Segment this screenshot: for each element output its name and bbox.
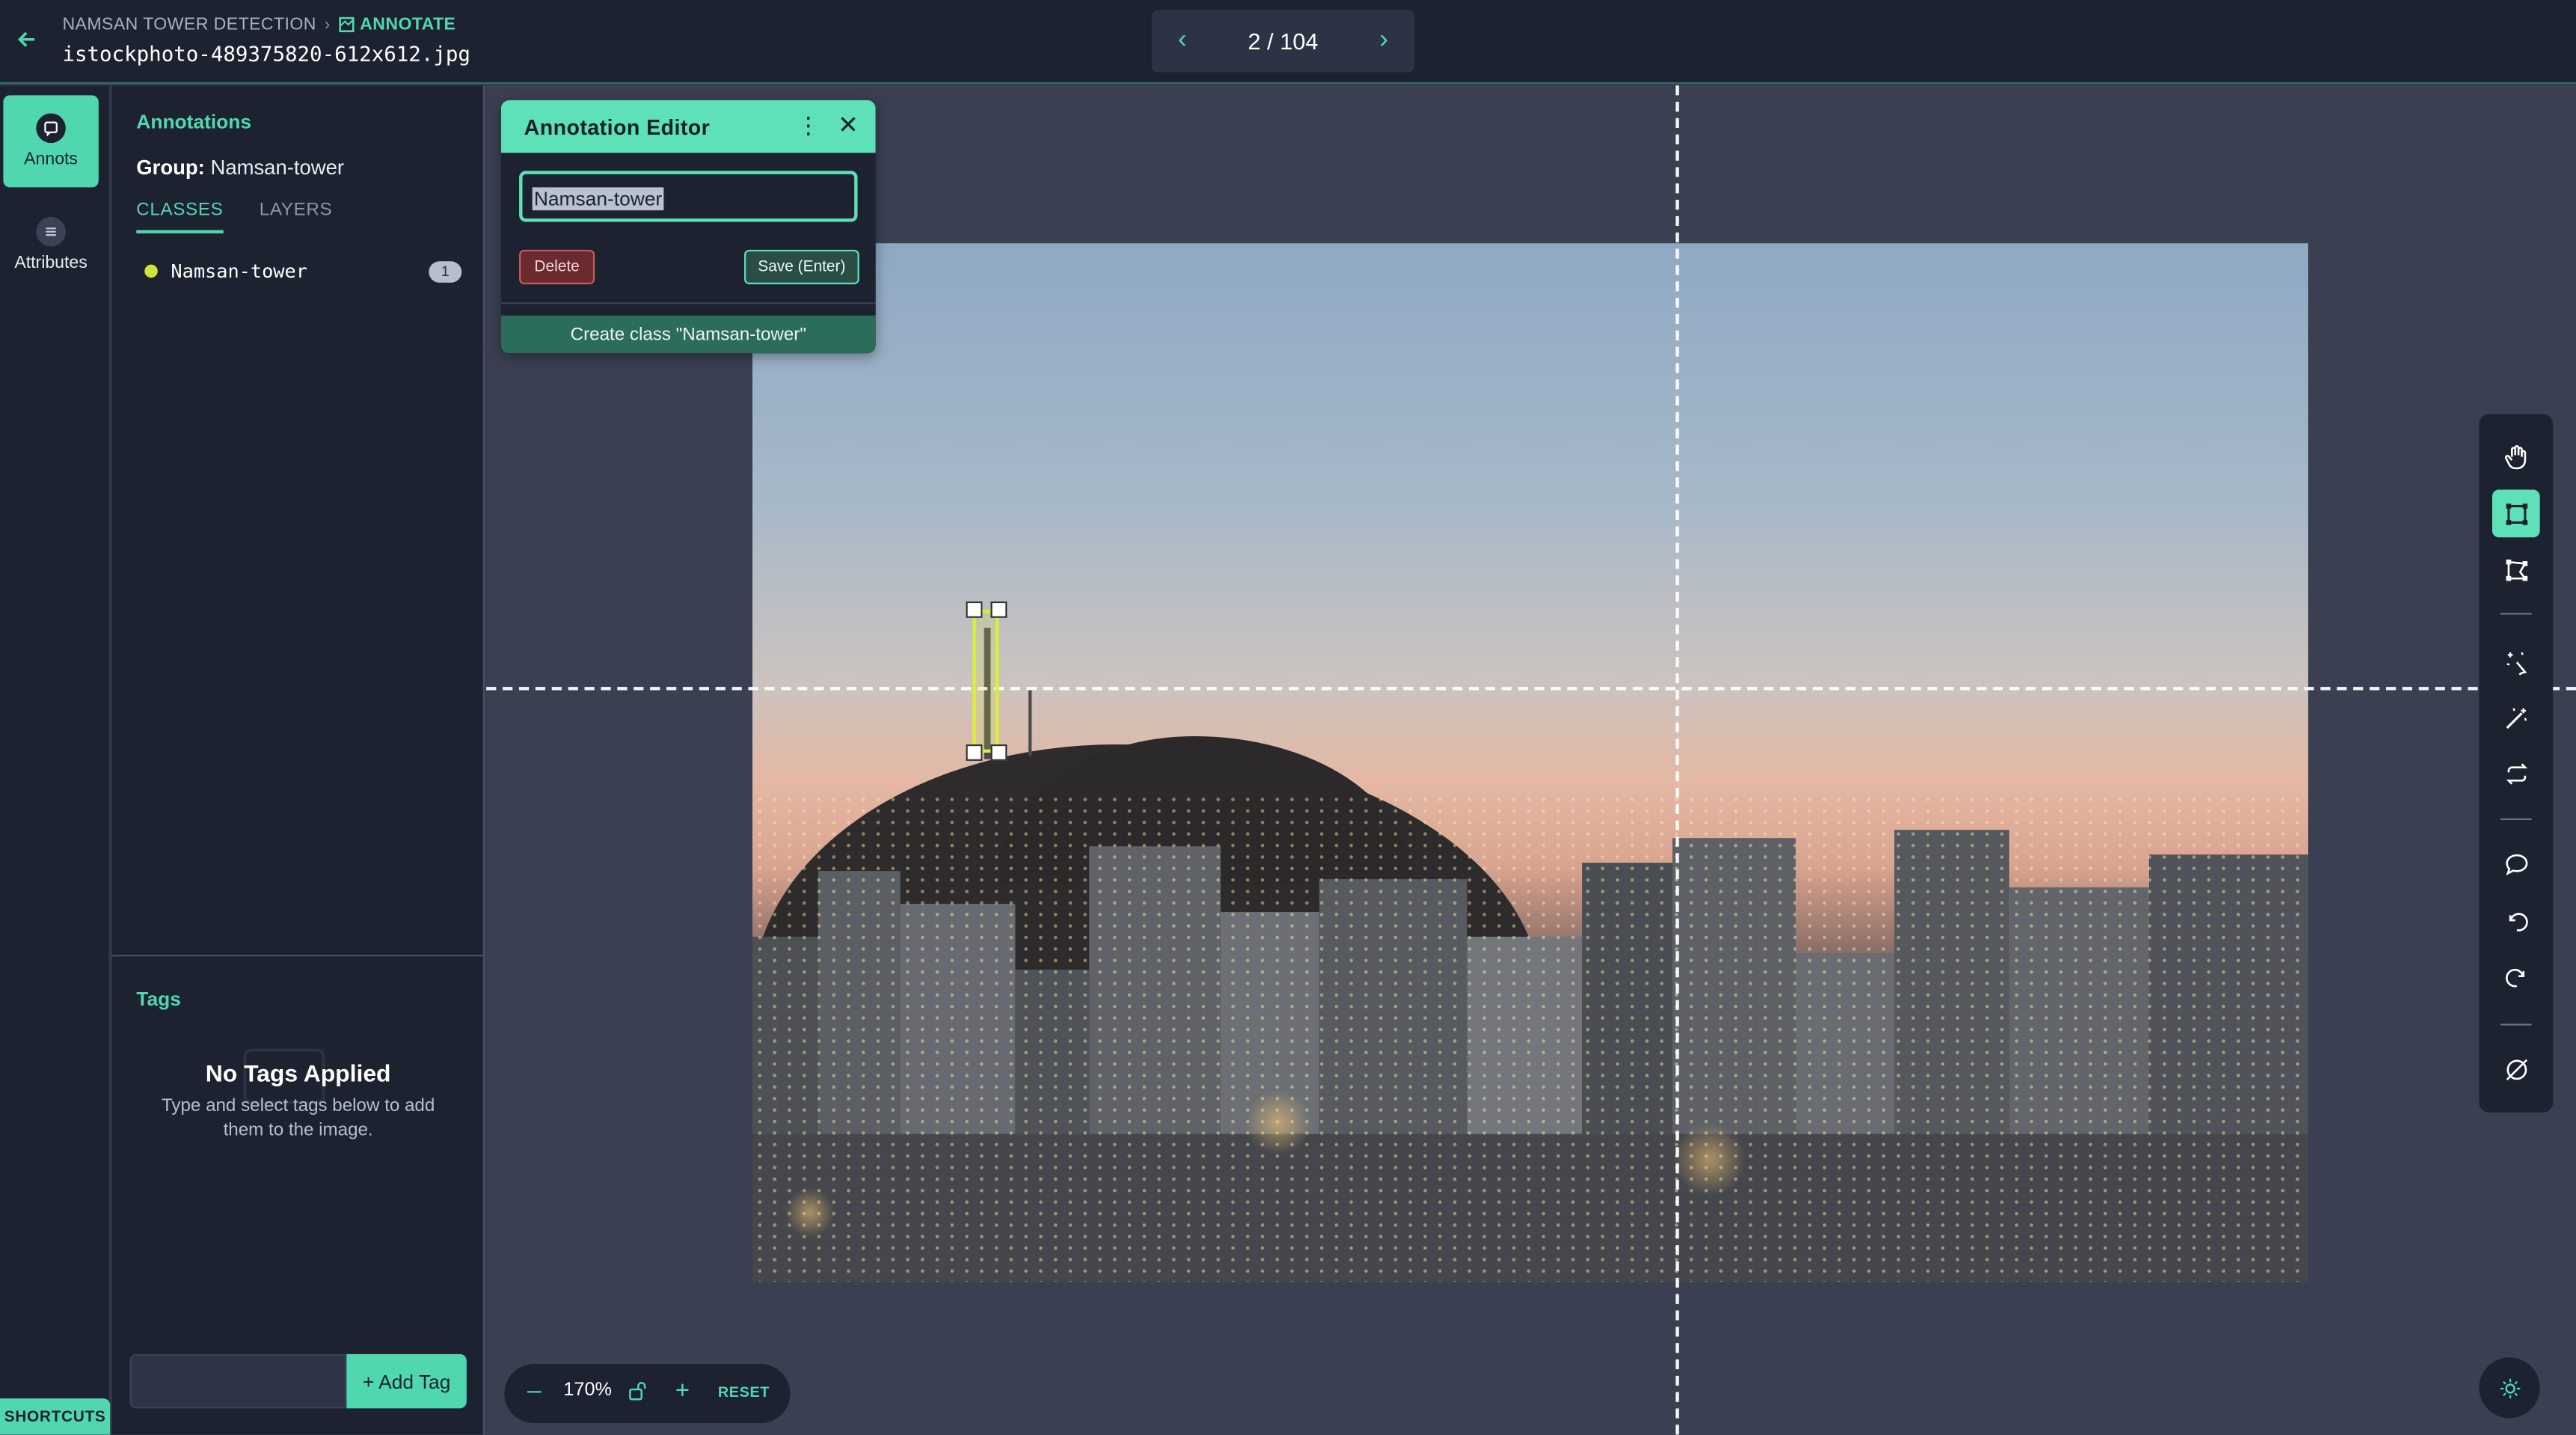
tool-palette [2479, 414, 2554, 1113]
image-pager: ‹ 2 / 104 › [1151, 10, 1415, 73]
previous-image-icon[interactable]: ‹ [1178, 26, 1187, 56]
resize-handle-top-left[interactable] [966, 601, 983, 618]
resize-handle-bottom-left[interactable] [966, 744, 983, 761]
no-tags-heading: No Tags Applied [205, 1061, 391, 1089]
tab-classes[interactable]: CLASSES [136, 201, 224, 233]
no-tags-description: Type and select tags below to add them t… [161, 1096, 435, 1141]
magic-select-icon[interactable] [2492, 637, 2540, 685]
annotated-image[interactable] [752, 243, 2308, 1282]
class-name: Namsan-tower [171, 260, 307, 283]
back-arrow-icon[interactable] [15, 28, 38, 51]
resize-handle-top-right[interactable] [990, 601, 1008, 618]
class-item-namsan-tower[interactable]: Namsan-tower 1 [136, 257, 462, 287]
class-name-input-value: Namsan-tower [532, 187, 664, 211]
toolbar-divider [2500, 818, 2532, 821]
save-button[interactable]: Save (Enter) [743, 249, 859, 284]
crosshair-vertical-guide [1675, 85, 1679, 1435]
group-label-value: Namsan-tower [210, 156, 345, 180]
group-label: Group: Namsan-tower [136, 156, 344, 180]
brightness-icon[interactable] [2479, 1357, 2540, 1419]
zoom-reset-button[interactable]: RESET [718, 1383, 770, 1400]
repeat-icon[interactable] [2492, 750, 2540, 798]
tab-layers[interactable]: LAYERS [260, 201, 333, 233]
class-count-badge: 1 [429, 260, 462, 282]
bounding-box-icon[interactable] [2491, 489, 2540, 538]
zoom-control: – 170% + RESET [504, 1364, 791, 1424]
breadcrumb-project[interactable]: NAMSAN TOWER DETECTION [62, 15, 316, 34]
close-icon[interactable]: ✕ [838, 110, 859, 139]
top-bar: NAMSAN TOWER DETECTION › ANNOTATE istock… [0, 0, 2576, 85]
undo-icon[interactable] [2492, 897, 2540, 945]
city-lights [752, 793, 2308, 1282]
redo-icon[interactable] [2492, 953, 2540, 1001]
toolbar-divider [2500, 613, 2532, 615]
shortcuts-button[interactable]: SHORTCUTS [0, 1398, 111, 1435]
next-image-icon[interactable]: › [1379, 26, 1388, 56]
tag-input[interactable] [129, 1353, 347, 1409]
crosshair-horizontal-guide [486, 687, 2576, 691]
annotations-panel: Annotations Group: Namsan-tower CLASSES … [111, 85, 485, 1435]
rail-item-attributes[interactable]: Attributes [3, 199, 98, 291]
magic-wand-icon[interactable] [2492, 694, 2540, 741]
more-options-icon[interactable]: ⋮ [797, 111, 820, 139]
image-antenna [1028, 690, 1032, 756]
breadcrumb-chevron-icon: › [324, 15, 331, 34]
breadcrumb: NAMSAN TOWER DETECTION › ANNOTATE [62, 15, 456, 34]
rail-item-label: Annots [24, 149, 78, 170]
annotation-app: NAMSAN TOWER DETECTION › ANNOTATE istock… [0, 0, 2576, 1435]
unlock-icon[interactable] [628, 1380, 649, 1410]
resize-handle-bottom-right[interactable] [990, 744, 1008, 761]
breadcrumb-mode-label: ANNOTATE [360, 14, 456, 35]
list-icon [36, 216, 66, 247]
zoom-out-button[interactable]: – [527, 1377, 541, 1405]
polygon-icon[interactable] [2492, 545, 2540, 593]
annotation-editor-dialog: Annotation Editor ⋮ ✕ Namsan-tower Delet… [500, 100, 876, 354]
zoom-in-button[interactable]: + [675, 1377, 690, 1405]
add-tag-button[interactable]: + Add Tag [346, 1353, 467, 1409]
rail-item-label: Attributes [14, 253, 88, 273]
image-city [752, 793, 2308, 1282]
group-label-key: Group: [136, 156, 205, 180]
bounding-box-annotation[interactable] [972, 609, 999, 753]
delete-button[interactable]: Delete [519, 249, 595, 284]
image-counter: 2 / 104 [1248, 28, 1319, 55]
annotation-editor-title: Annotation Editor [524, 114, 711, 140]
toolbar-divider [2500, 1024, 2532, 1026]
panel-title: Annotations [136, 110, 252, 133]
zoom-level: 170% [563, 1380, 612, 1401]
create-class-button[interactable]: Create class "Namsan-tower" [500, 315, 876, 354]
class-color-dot [144, 264, 158, 278]
left-rail: Annots Attributes [0, 85, 111, 1435]
comment-icon[interactable] [2492, 839, 2540, 887]
tags-title: Tags [136, 988, 181, 1011]
annotation-icon [36, 113, 66, 144]
image-filename: istockphoto-489375820-612x612.jpg [62, 40, 470, 66]
panel-tabs: CLASSES LAYERS [136, 201, 332, 233]
breadcrumb-mode: ANNOTATE [339, 15, 456, 34]
rail-item-annots[interactable]: Annots [3, 95, 99, 188]
panel-divider [111, 955, 485, 957]
hand-icon[interactable] [2492, 432, 2540, 480]
annotate-icon [339, 16, 355, 33]
class-name-input[interactable]: Namsan-tower [519, 171, 858, 222]
hide-icon[interactable] [2492, 1045, 2540, 1093]
editor-divider [500, 302, 876, 305]
